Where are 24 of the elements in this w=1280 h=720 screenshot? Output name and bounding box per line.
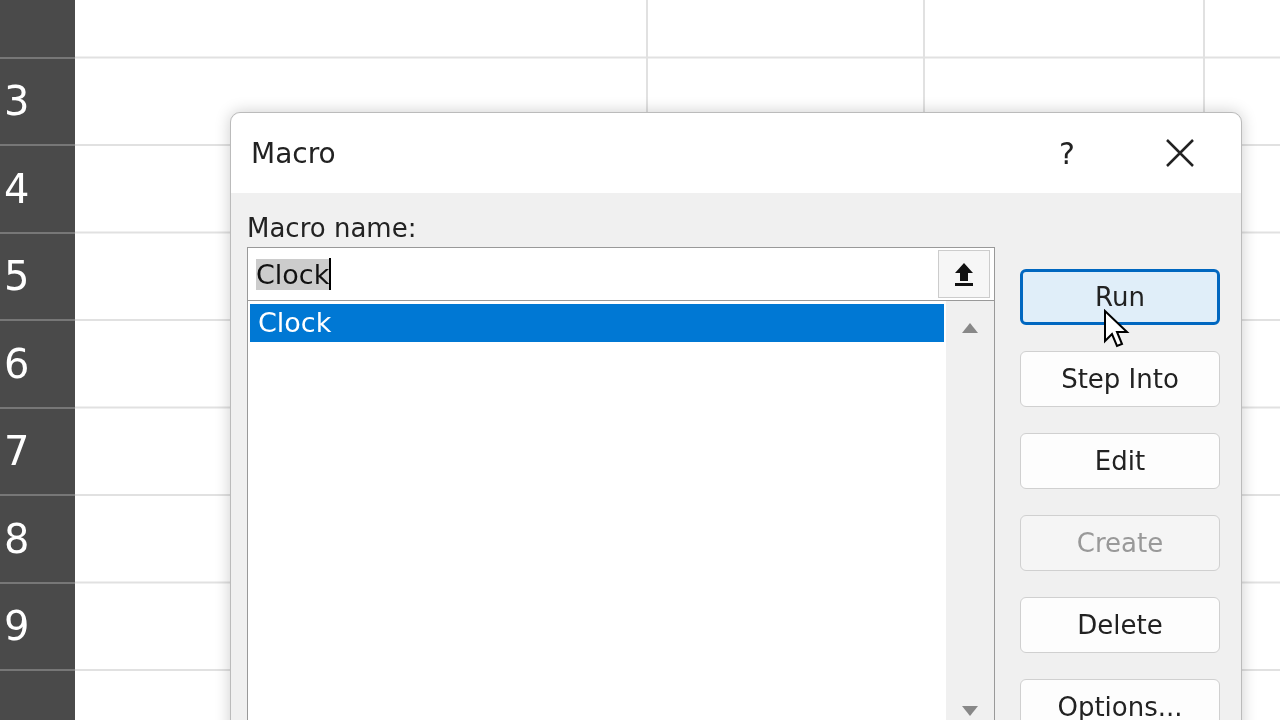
row-header[interactable]: 7 (0, 408, 75, 496)
scroll-up-icon (962, 323, 978, 333)
up-arrow-icon (952, 261, 976, 287)
dialog-button[interactable]: Delete (1020, 597, 1220, 653)
macro-name-field[interactable]: Clock (247, 247, 995, 301)
window-title: Macro (251, 136, 337, 170)
collapse-button[interactable] (938, 250, 990, 298)
dialog-button[interactable]: Step Into (1020, 351, 1220, 407)
macro-list[interactable]: Clock (247, 301, 995, 720)
close-icon (1165, 138, 1195, 168)
row-header[interactable]: 8 (0, 496, 75, 584)
scrollbar[interactable] (946, 301, 994, 720)
row-header[interactable]: 3 (0, 58, 75, 146)
close-button[interactable] (1165, 138, 1195, 168)
help-button[interactable]: ? (1059, 135, 1075, 171)
dialog-button[interactable]: Run (1020, 269, 1220, 325)
scroll-down-icon (962, 706, 978, 716)
row-header[interactable]: 4 (0, 146, 75, 234)
row-header[interactable]: 5 (0, 233, 75, 321)
field-label: Macro name: (247, 213, 418, 245)
row-header[interactable]: 6 (0, 321, 75, 409)
dialog-button[interactable]: Edit (1020, 433, 1220, 489)
row-header[interactable]: 9 (0, 583, 75, 671)
list-item[interactable]: Clock (250, 304, 944, 342)
